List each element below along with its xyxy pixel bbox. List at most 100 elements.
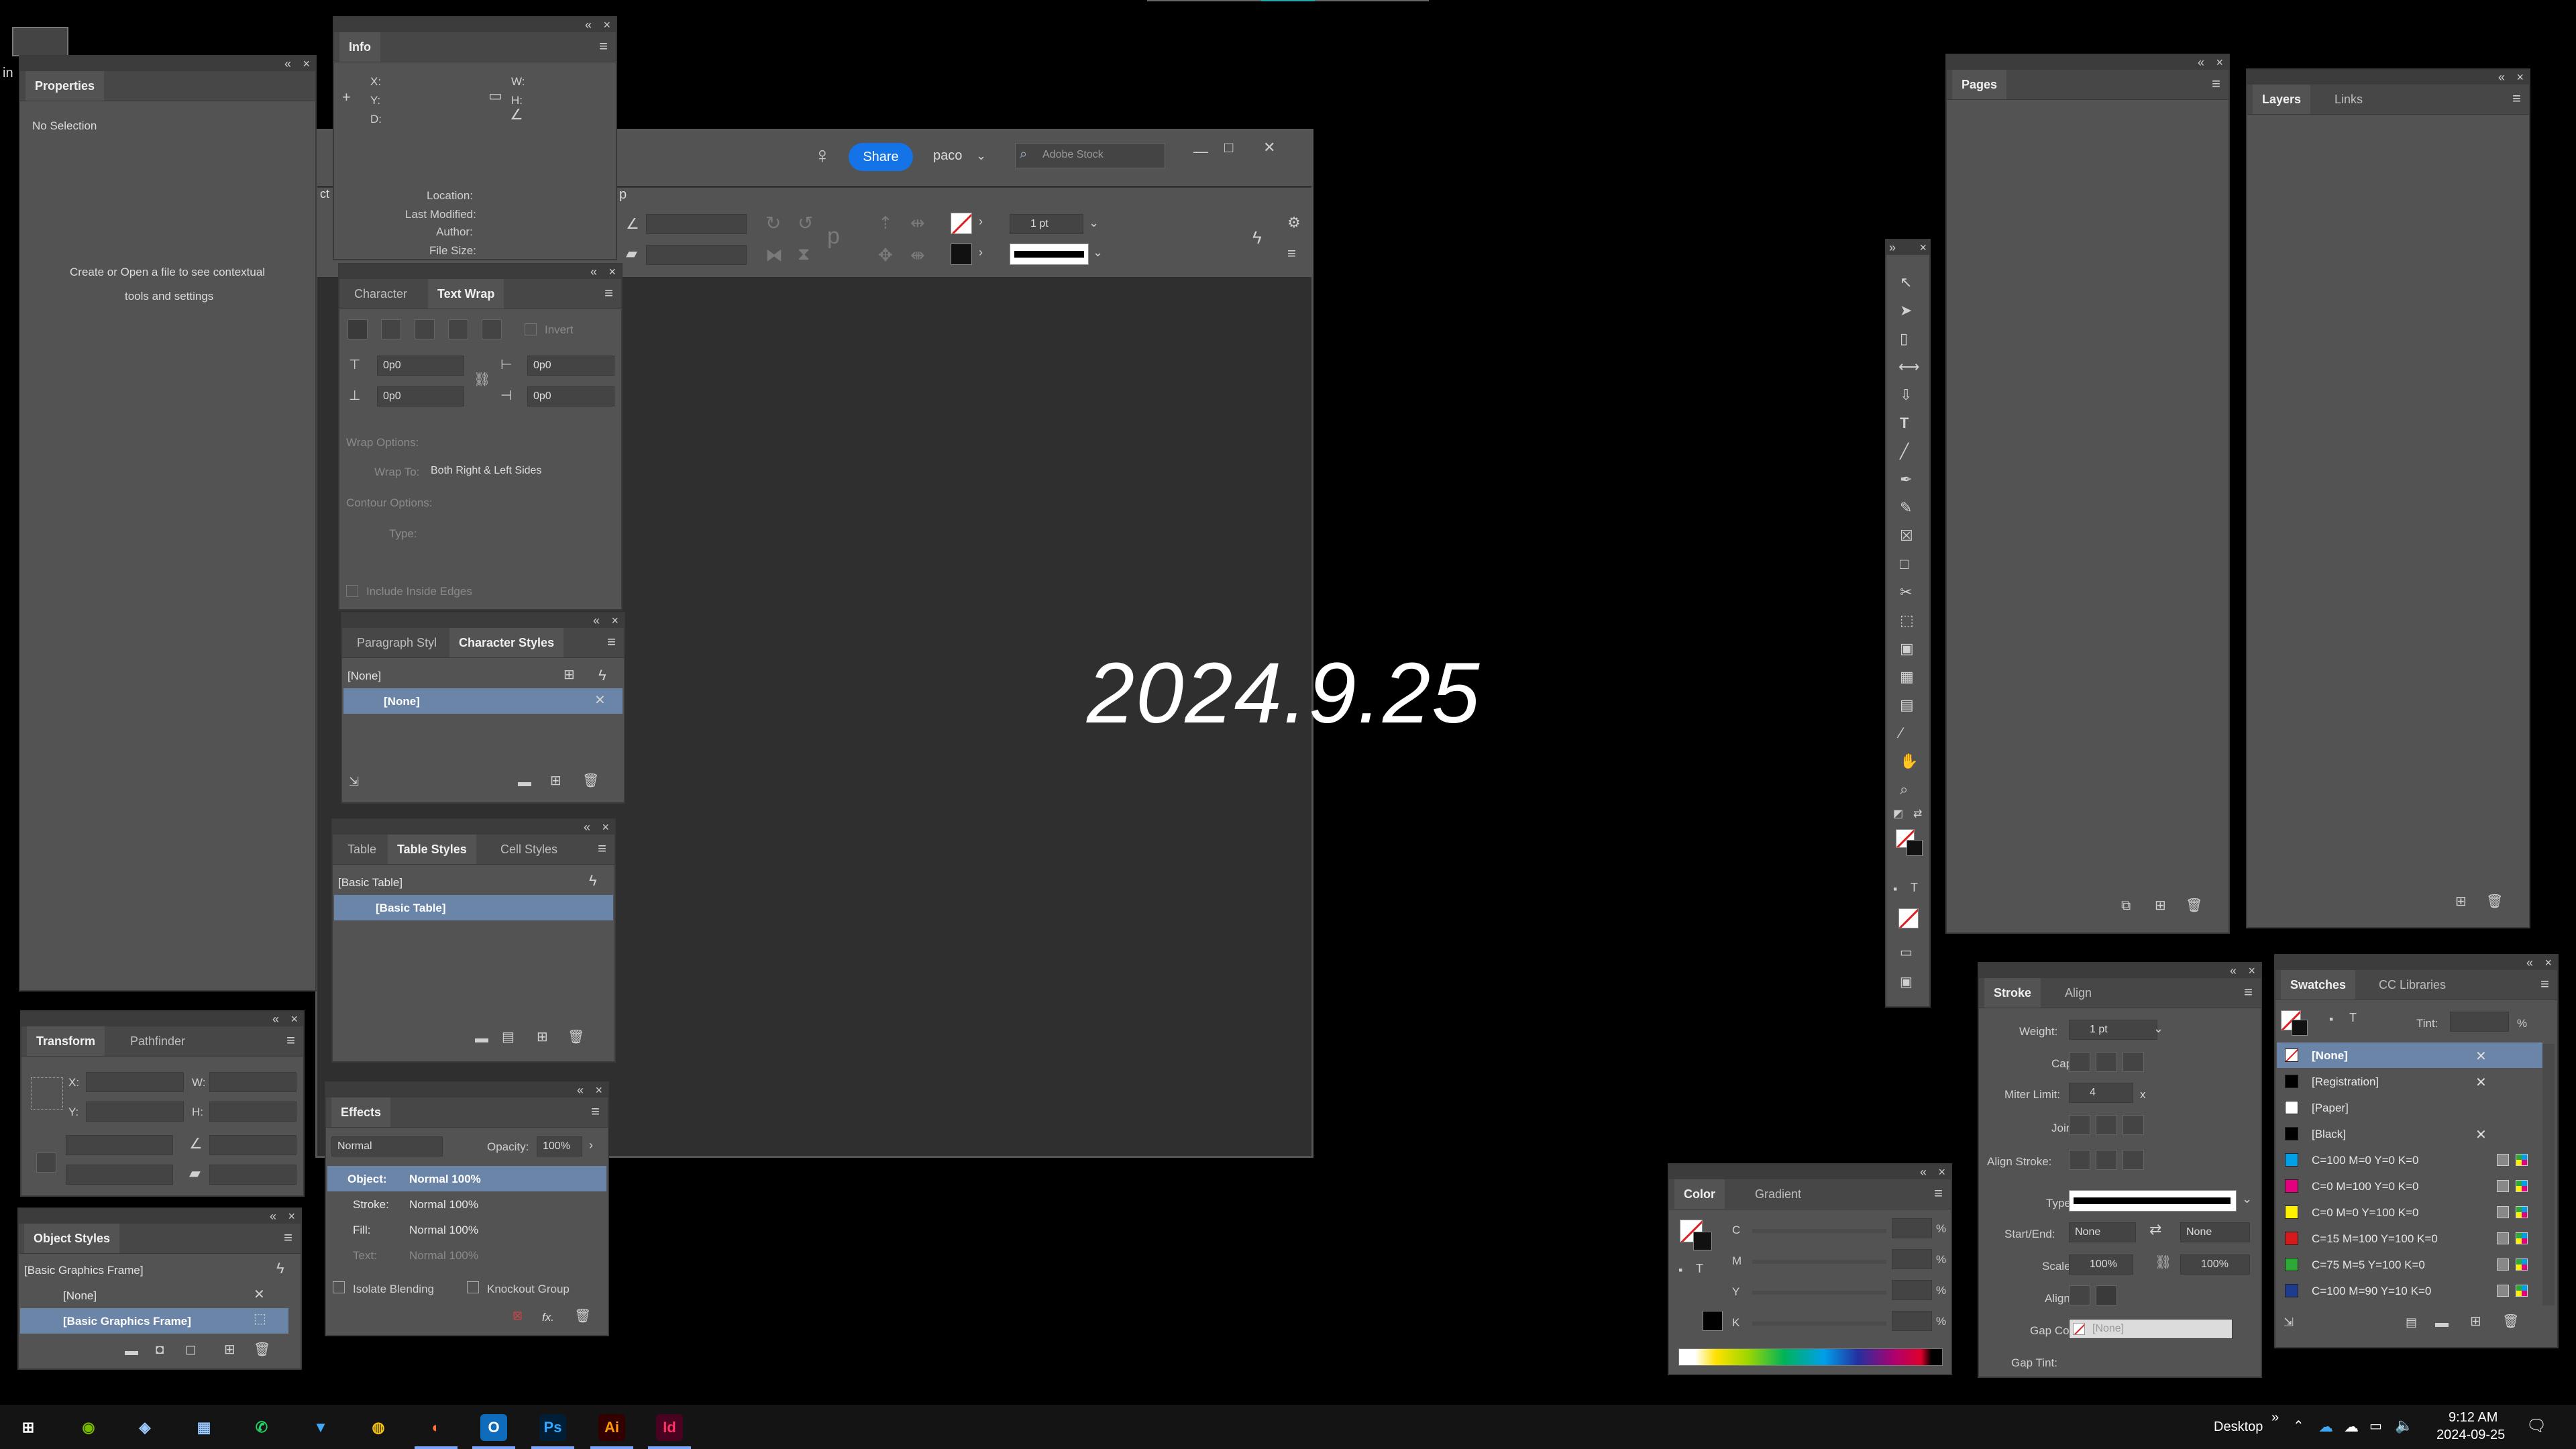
folder-icon[interactable]: ▬ [475, 1032, 488, 1045]
stroke-menu-chevron-icon[interactable]: › [979, 246, 983, 258]
trash-icon[interactable]: 🗑 [2186, 899, 2202, 912]
lightbulb-icon[interactable]: ♀ [814, 144, 831, 167]
quick-apply-icon[interactable]: ϟ [276, 1261, 284, 1276]
swap-colors-icon[interactable]: ⇄ [1913, 809, 1922, 820]
photoshop-icon[interactable]: Ps [539, 1414, 566, 1441]
minimize-icon[interactable]: — [1193, 144, 1208, 159]
tab-character-styles[interactable]: Character Styles [449, 628, 564, 657]
desktop-app-icon[interactable] [12, 27, 68, 56]
desktop-toolbar-label[interactable]: Desktop [2214, 1419, 2263, 1435]
collapse-icon[interactable]: « [272, 1012, 279, 1026]
collapse-icon[interactable]: « [585, 17, 592, 32]
close-icon[interactable]: × [602, 820, 609, 835]
swatch-row[interactable]: C=75 M=5 Y=100 K=0 [2277, 1252, 2542, 1277]
projecting-cap-button[interactable] [2123, 1052, 2144, 1072]
outlook-icon[interactable]: O [480, 1414, 507, 1441]
eyedropper-tool-icon[interactable]: ⁄ [1900, 726, 1902, 741]
firefox-icon[interactable]: ◐ [423, 1414, 449, 1441]
tab-table[interactable]: Table [338, 835, 386, 864]
rotation-angle-field[interactable] [209, 1135, 297, 1155]
new-style-icon[interactable]: ⊞ [537, 1030, 548, 1044]
collapse-icon[interactable]: « [1920, 1165, 1927, 1179]
scale-x-field[interactable] [66, 1135, 173, 1155]
trash-icon[interactable]: 🗑 [2502, 1315, 2519, 1328]
swatch-row[interactable]: [Black] ✕ [2277, 1121, 2542, 1146]
swatch-row[interactable]: [Paper] [2277, 1095, 2542, 1120]
transform-y-field[interactable] [86, 1102, 184, 1122]
channel-c-field[interactable] [1892, 1218, 1932, 1238]
rectangle-tool-icon[interactable]: □ [1900, 557, 1909, 572]
collapse-icon[interactable]: « [2230, 963, 2237, 978]
panel-menu-icon[interactable]: ≡ [599, 39, 608, 54]
illustrator-icon[interactable]: Ai [598, 1414, 625, 1441]
page-tool-icon[interactable]: ▯ [1900, 331, 1908, 346]
trash-icon[interactable]: 🗑 [582, 774, 599, 788]
fx-button[interactable]: fx. [542, 1311, 554, 1324]
select-content-icon[interactable]: ✥ [878, 246, 893, 264]
line-tool-icon[interactable]: ╱ [1900, 444, 1909, 459]
transform-w-field[interactable] [209, 1072, 297, 1092]
folder-icon[interactable]: ▬ [518, 775, 531, 789]
close-icon[interactable]: × [2248, 963, 2255, 978]
trash-icon[interactable]: 🗑 [2486, 895, 2503, 908]
rotate-ccw-icon[interactable]: ↺ [798, 214, 813, 233]
close-icon[interactable]: × [1938, 1165, 1945, 1179]
scale-end-field[interactable]: 100% [2180, 1254, 2250, 1275]
collapse-icon[interactable]: « [270, 1209, 276, 1224]
direct-selection-tool-icon[interactable]: ➤ [1900, 303, 1912, 318]
calculator-icon[interactable]: ▦ [191, 1414, 217, 1441]
load-styles-icon[interactable]: ⇲ [349, 775, 359, 788]
new-style-icon[interactable]: ⊞ [550, 774, 561, 788]
link-scale-icon[interactable]: ⛓ [2155, 1256, 2171, 1269]
object-style-basic-graphics-frame[interactable]: [Basic Graphics Frame] [63, 1315, 191, 1328]
collapse-icon[interactable]: » [1889, 240, 1896, 255]
bottom-offset-field[interactable]: 0p0 [377, 386, 464, 407]
panel-menu-icon[interactable]: ≡ [284, 1230, 292, 1245]
adobe-stock-search[interactable]: ⌕ Adobe Stock [1015, 143, 1165, 168]
new-swatch-icon[interactable]: ⊞ [2470, 1315, 2481, 1328]
cloud-icon[interactable]: ☁ [2344, 1419, 2359, 1434]
tab-align[interactable]: Align [2055, 978, 2101, 1008]
wrap-to-dropdown[interactable]: Both Right & Left Sides [425, 462, 613, 482]
transform-x-field[interactable] [86, 1072, 184, 1092]
end-dropdown[interactable]: None [2180, 1222, 2250, 1242]
jump-next-column-button[interactable] [482, 319, 502, 339]
top-offset-field[interactable]: 0p0 [377, 356, 464, 376]
round-cap-button[interactable] [2096, 1052, 2117, 1072]
black-swatch[interactable] [1703, 1311, 1723, 1331]
user-menu[interactable]: paco [933, 148, 962, 164]
close-icon[interactable]: × [611, 613, 619, 628]
gap-tint-field[interactable] [2069, 1350, 2109, 1370]
gradient-feather-tool-icon[interactable]: ▦ [1900, 669, 1914, 684]
pen-tool-icon[interactable]: ✒ [1900, 472, 1912, 487]
arrow-extend-button[interactable] [2069, 1285, 2090, 1305]
note-tool-icon[interactable]: ▤ [1900, 698, 1914, 712]
align-inside-button[interactable] [2096, 1150, 2117, 1170]
select-previous-icon[interactable]: ⇼ [910, 246, 925, 264]
skew-field[interactable] [646, 245, 747, 265]
clear-overrides-icon[interactable]: ◘ [156, 1343, 164, 1356]
network-icon[interactable]: ▭ [2369, 1419, 2382, 1433]
trash-icon[interactable]: 🗑 [574, 1309, 591, 1323]
constrain-proportions-button[interactable] [36, 1152, 56, 1173]
view-mode-icon[interactable]: ▣ [1900, 975, 1913, 989]
tab-stroke[interactable]: Stroke [1984, 978, 2041, 1008]
stroke-type-selector[interactable] [1010, 244, 1089, 265]
tab-cell-styles[interactable]: Cell Styles [491, 835, 567, 864]
swatch-row[interactable]: C=0 M=0 Y=100 K=0 [2277, 1199, 2542, 1225]
align-center-button[interactable] [2069, 1150, 2090, 1170]
clear-overrides-icon[interactable]: ▤ [502, 1030, 515, 1044]
wrap-object-shape-button[interactable] [415, 319, 435, 339]
clear-attributes-icon[interactable]: ◻ [185, 1343, 197, 1356]
close-icon[interactable]: × [603, 17, 610, 32]
close-icon[interactable]: × [2544, 955, 2552, 970]
transform-h-field[interactable] [209, 1102, 297, 1122]
gear-icon[interactable]: ⚙ [1287, 215, 1301, 230]
clock-time[interactable]: 9:12 AM [2449, 1410, 2498, 1426]
formatting-container-icon[interactable]: ▪ [1678, 1264, 1682, 1276]
close-icon[interactable]: × [595, 1083, 602, 1097]
content-collector-icon[interactable]: ⇩ [1900, 388, 1912, 402]
rotate-cw-icon[interactable]: ↻ [765, 214, 781, 233]
right-offset-field[interactable]: 0p0 [527, 386, 614, 407]
stroke-black-swatch[interactable] [951, 244, 972, 265]
